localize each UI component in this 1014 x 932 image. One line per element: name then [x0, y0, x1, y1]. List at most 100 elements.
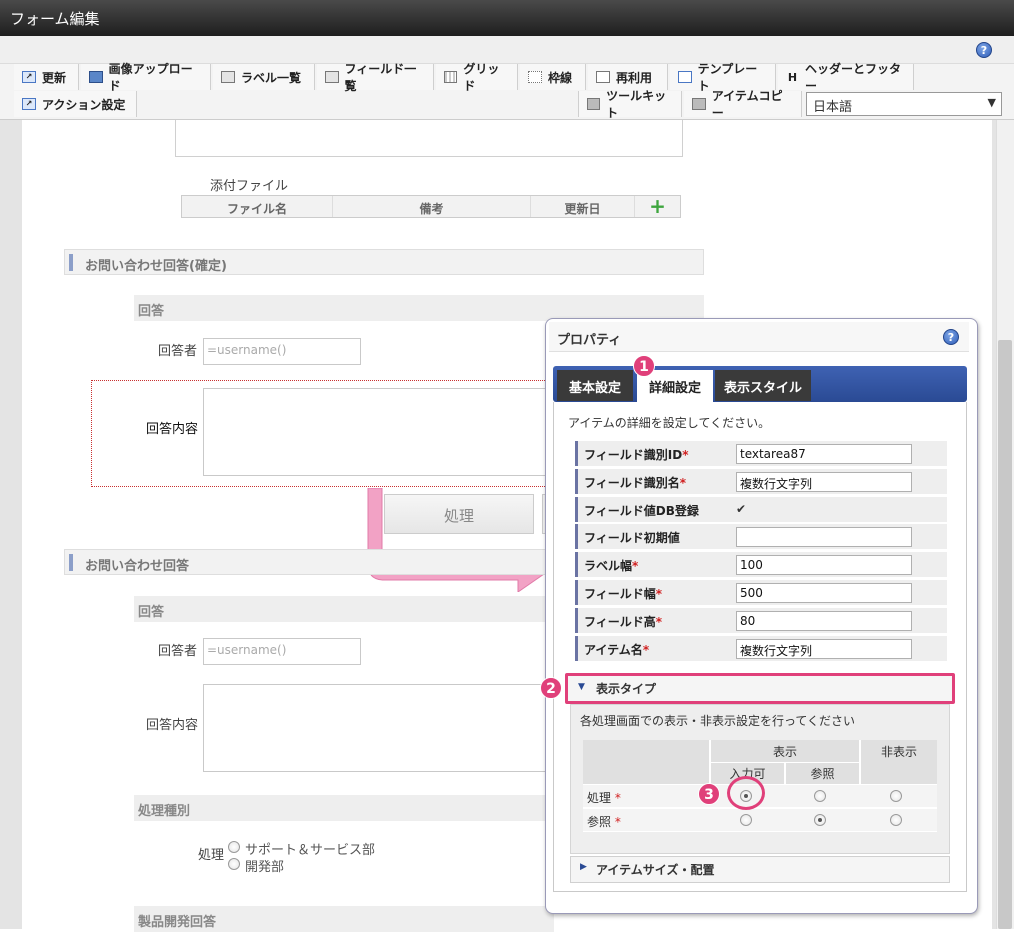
property-row: フィールド幅* 500	[575, 580, 947, 606]
field-width-input[interactable]: 500	[736, 583, 912, 603]
property-row: アイテム名* 複数行文字列	[575, 636, 947, 662]
collapsed-icon: ▶	[580, 862, 587, 872]
responder-input[interactable]: =username()	[203, 338, 361, 365]
display-type-title: 表示タイプ	[596, 682, 657, 696]
action-settings-button[interactable]: ↗ アクション設定	[14, 91, 137, 117]
col-hide: 非表示	[861, 740, 937, 784]
answer-content-textarea[interactable]	[203, 388, 553, 476]
label-list-button[interactable]: ラベル一覧	[213, 64, 315, 90]
toolbox-icon	[692, 98, 706, 110]
field-list-button[interactable]: フィールド一覧	[317, 62, 434, 93]
property-row: フィールド高* 80	[575, 608, 947, 634]
subsection-answer-2: 回答	[134, 596, 554, 622]
matrix-corner	[583, 740, 709, 784]
radio-development[interactable]	[228, 858, 240, 870]
frame-line-button[interactable]: 枠線	[520, 64, 586, 90]
list-icon	[325, 71, 339, 83]
subsection-process-type: 処理種別	[134, 795, 554, 821]
responder-input-2[interactable]: =username()	[203, 638, 361, 665]
grid-button[interactable]: グリッド	[436, 62, 518, 93]
template-icon	[678, 71, 692, 83]
item-name-input[interactable]: 複数行文字列	[736, 639, 912, 659]
attachment-col-note: 備考	[333, 196, 531, 217]
radio-ref-input[interactable]	[740, 814, 752, 826]
radio-ref-hide[interactable]	[890, 814, 902, 826]
property-label: ラベル幅*	[575, 552, 728, 577]
frame-line-label: 枠線	[548, 70, 573, 85]
properties-description: アイテムの詳細を設定してください。	[568, 416, 771, 430]
label-width-input[interactable]: 100	[736, 555, 912, 575]
row-ref-label: 参照 *	[587, 815, 621, 829]
option-development-label: 開発部	[245, 860, 285, 875]
scrollbar-thumb[interactable]	[998, 340, 1012, 929]
property-label: フィールド幅*	[575, 580, 728, 605]
field-height-input[interactable]: 80	[736, 611, 912, 631]
label-list-label: ラベル一覧	[241, 70, 302, 85]
frame-line-icon	[528, 71, 542, 83]
action-icon: ↗	[22, 98, 36, 110]
db-register-checkbox[interactable]: ✔	[736, 502, 746, 516]
display-type-header[interactable]: ▼ 表示タイプ	[565, 673, 955, 704]
image-upload-button[interactable]: 画像アップロード	[81, 62, 211, 93]
item-size-title: アイテムサイズ・配置	[596, 863, 715, 877]
header-icon: H	[787, 70, 798, 84]
document-icon	[596, 71, 610, 83]
row-process-label: 処理 *	[587, 791, 621, 805]
answer-content-label-2: 回答内容	[146, 718, 199, 733]
previous-textarea[interactable]	[175, 120, 683, 157]
responder-label: 回答者	[158, 344, 198, 359]
answer-content-textarea-2[interactable]	[203, 684, 553, 772]
radio-support[interactable]	[228, 841, 240, 853]
display-type-description: 各処理画面での表示・非表示設定を行ってください	[580, 714, 856, 728]
update-button[interactable]: ↗ 更新	[14, 64, 79, 90]
tab-display-style[interactable]: 表示スタイル	[715, 370, 811, 401]
col-ref: 参照	[786, 763, 859, 784]
grid-label: グリッド	[463, 62, 500, 93]
item-size-header[interactable]: ▶ アイテムサイズ・配置	[570, 856, 950, 883]
action-settings-label: アクション設定	[42, 97, 126, 112]
attachment-col-date: 更新日	[531, 196, 635, 217]
property-label: フィールド識別ID*	[575, 441, 728, 466]
matrix-row-ref	[583, 809, 937, 831]
responder-label-2: 回答者	[158, 644, 198, 659]
dropdown-arrow-icon: ▼	[987, 96, 996, 109]
initial-value-input[interactable]	[736, 527, 912, 547]
field-id-input[interactable]: textarea87	[736, 444, 912, 464]
item-copy-button[interactable]: アイテムコピー	[684, 89, 802, 120]
col-show: 表示	[711, 740, 859, 762]
radio-process-ref[interactable]	[814, 790, 826, 802]
process-type-label: 処理	[198, 848, 225, 863]
grid-icon	[444, 71, 458, 83]
window-title-bar: フォーム編集	[0, 0, 1014, 36]
add-icon[interactable]: +	[635, 196, 680, 217]
toolkit-button[interactable]: ツールキット	[578, 89, 682, 120]
list-icon	[221, 71, 235, 83]
flow-arrow	[367, 488, 545, 592]
expanded-icon: ▼	[578, 682, 585, 692]
property-label: アイテム名*	[575, 636, 728, 661]
field-name-input[interactable]: 複数行文字列	[736, 472, 912, 492]
header-footer-button[interactable]: H ヘッダーとフッター	[778, 62, 914, 93]
tab-basic[interactable]: 基本設定	[557, 370, 633, 401]
help-icon[interactable]: ?	[976, 42, 992, 58]
highlight-ring	[727, 776, 765, 810]
header-footer-label: ヘッダーとフッター	[804, 62, 901, 93]
language-value: 日本語	[813, 100, 853, 115]
toolbox-icon	[587, 98, 601, 110]
property-row: ラベル幅* 100	[575, 552, 947, 578]
properties-help-icon[interactable]: ?	[943, 329, 959, 345]
callout-badge-1: 1	[633, 355, 655, 377]
radio-process-hide[interactable]	[890, 790, 902, 802]
attachment-col-filename: ファイル名	[182, 196, 333, 217]
image-upload-icon	[89, 71, 103, 83]
window-title: フォーム編集	[10, 10, 100, 28]
callout-badge-3: 3	[698, 783, 720, 805]
property-row: フィールド識別ID* textarea87	[575, 441, 947, 467]
language-select[interactable]: 日本語 ▼	[806, 92, 1002, 116]
property-row: フィールド識別名* 複数行文字列	[575, 469, 947, 495]
answer-content-label: 回答内容	[146, 422, 199, 437]
radio-ref-ref[interactable]	[814, 814, 826, 826]
update-icon: ↗	[22, 71, 36, 83]
attachment-label: 添付ファイル	[210, 179, 289, 194]
properties-title: プロパティ	[549, 322, 969, 352]
